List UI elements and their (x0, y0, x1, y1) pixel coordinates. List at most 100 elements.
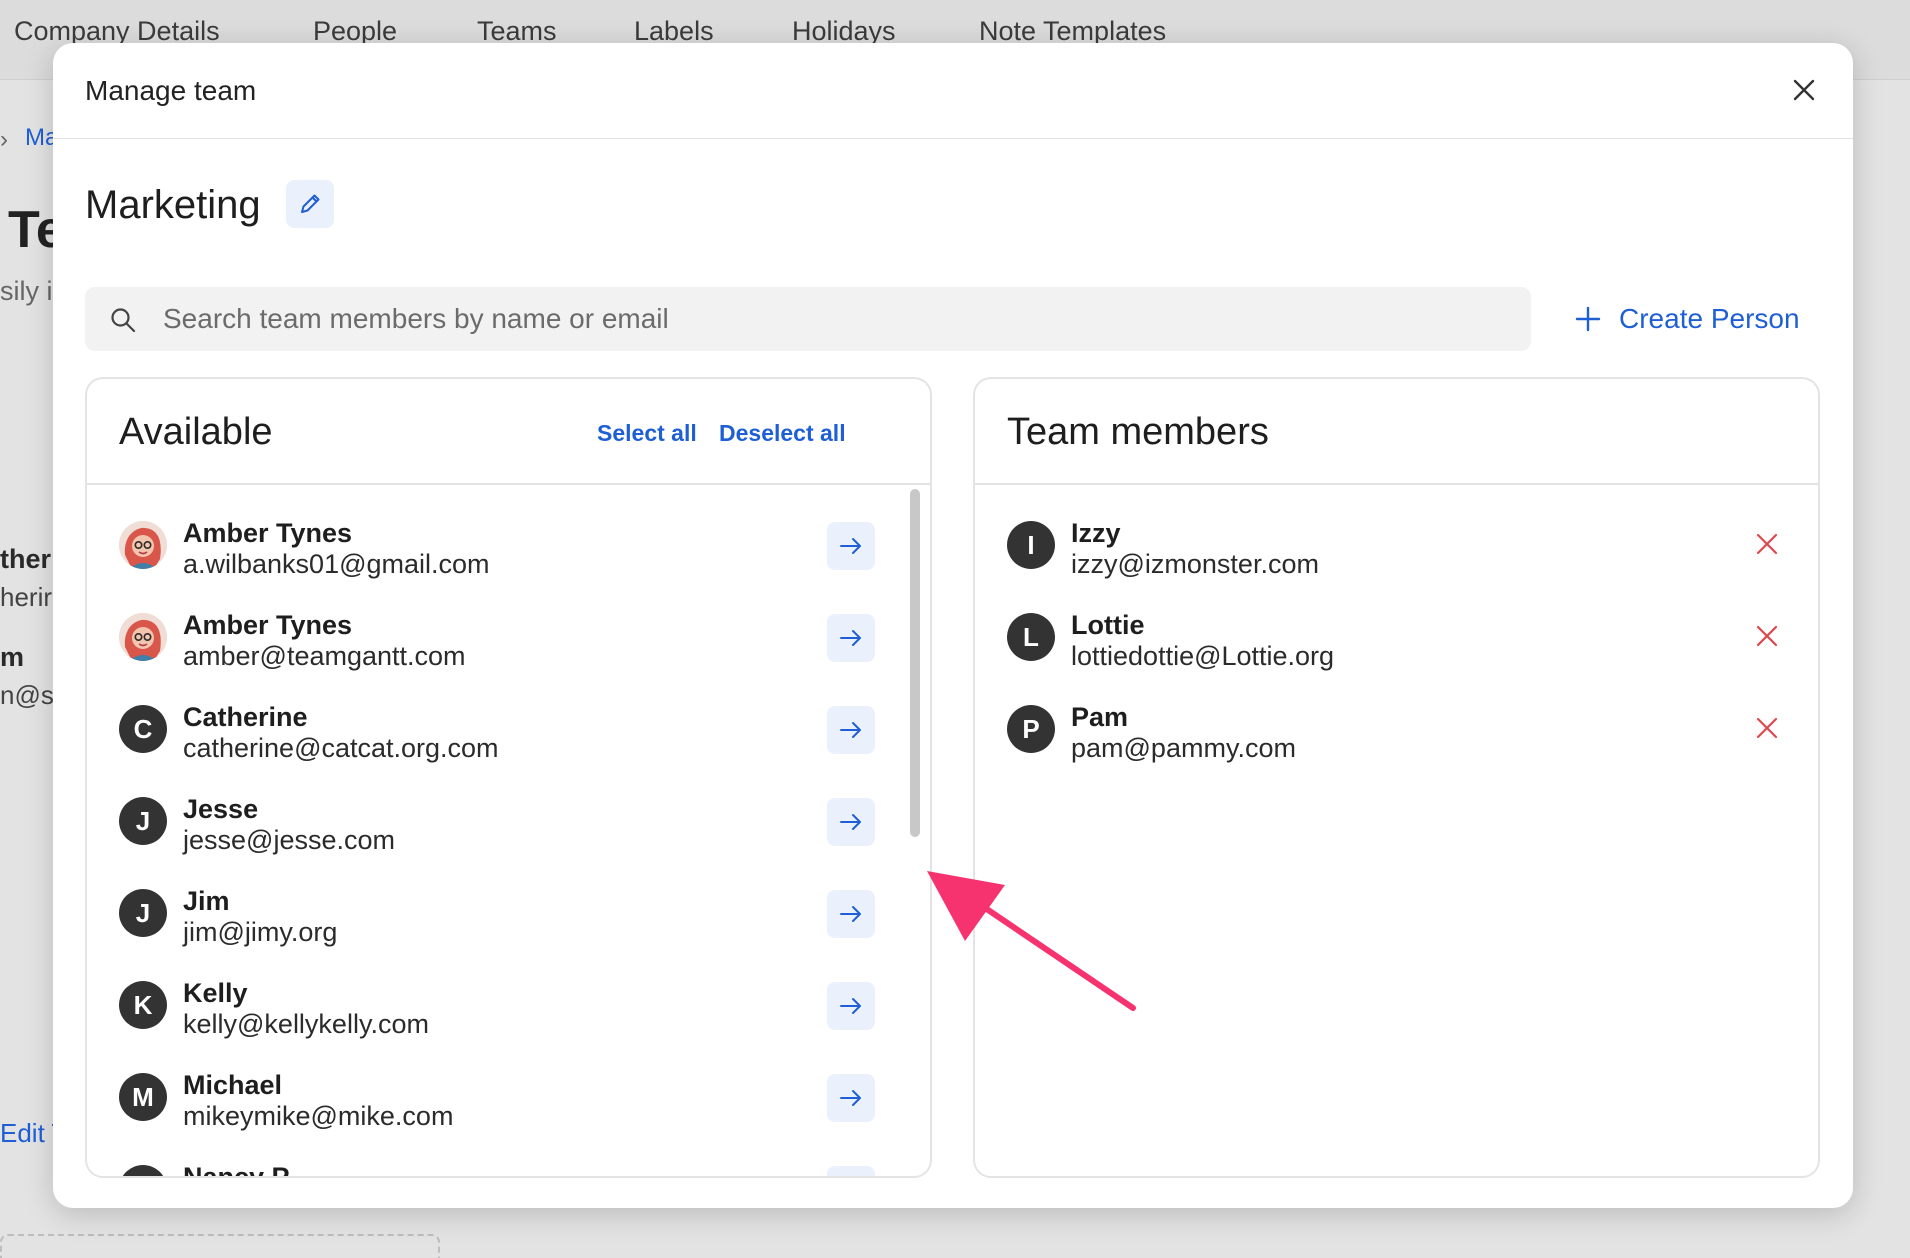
close-button[interactable] (1787, 73, 1821, 107)
breadcrumb-chevron-icon: › (0, 126, 8, 153)
member-email: lottiedottie@Lottie.org (1071, 641, 1335, 671)
list-item: I Izzy izzy@izmonster.com (975, 504, 1818, 596)
available-list[interactable]: Amber Tynes a.wilbanks01@gmail.com Amber… (87, 487, 930, 1178)
manage-team-modal: Manage team Marketing Create Person Avai… (53, 43, 1853, 1208)
edit-team-name-button[interactable] (286, 180, 334, 228)
avatar: K (119, 981, 167, 1029)
person-name: Jim (183, 886, 230, 916)
person-email: catherine@catcat.org.com (183, 733, 499, 763)
avatar (119, 521, 167, 569)
list-item: J Jesse jesse@jesse.com (87, 780, 930, 872)
pencil-icon (301, 194, 320, 213)
avatar: C (119, 705, 167, 753)
list-item: P Pam pam@pammy.com (975, 688, 1818, 780)
avatar-photo-icon (119, 521, 167, 569)
avatar: I (1007, 521, 1055, 569)
add-to-team-button[interactable] (827, 1074, 875, 1122)
person-email: kelly@kellykelly.com (183, 1009, 429, 1039)
search-icon (111, 308, 136, 333)
search-input[interactable] (163, 287, 1503, 351)
arrow-right-icon (840, 1090, 861, 1106)
annotation-arrow-icon (927, 871, 1136, 1011)
list-item: Amber Tynes amber@teamgantt.com (87, 596, 930, 688)
dashed-placeholder (0, 1234, 440, 1258)
team-members-panel-header: Team members (975, 379, 1818, 485)
arrow-right-icon (840, 538, 861, 554)
team-name: Marketing (85, 183, 261, 227)
add-to-team-button[interactable] (827, 1166, 875, 1178)
person-name: Amber Tynes (183, 518, 353, 548)
scrollbar-thumb[interactable] (910, 489, 920, 837)
remove-member-button[interactable] (1747, 524, 1787, 564)
close-icon (1793, 79, 1815, 101)
available-panel-header: Available Select all Deselect all (87, 379, 930, 485)
person-email: mikeymike@mike.com (183, 1101, 454, 1131)
person-email: amber@teamgantt.com (183, 641, 466, 671)
person-name: Kelly (183, 978, 248, 1008)
member-name: Izzy (1071, 518, 1121, 548)
plus-icon (1575, 306, 1601, 332)
avatar (119, 613, 167, 661)
member-name: Pam (1071, 702, 1129, 732)
add-to-team-button[interactable] (827, 982, 875, 1030)
select-all-button[interactable]: Select all (597, 420, 697, 447)
bg-member-name: ther (0, 544, 52, 574)
remove-member-button[interactable] (1747, 616, 1787, 656)
person-name: Michael (183, 1070, 283, 1100)
arrow-right-icon (840, 722, 861, 738)
available-title: Available (119, 411, 273, 453)
member-name: Lottie (1071, 610, 1145, 640)
bg-member-email: herir (0, 582, 53, 612)
remove-member-button[interactable] (1747, 708, 1787, 748)
avatar: P (1007, 705, 1055, 753)
available-scrollbar[interactable] (907, 487, 921, 1176)
avatar-photo-icon (119, 613, 167, 661)
list-item: L Lottie lottiedottie@Lottie.org (975, 596, 1818, 688)
person-name: Catherine (183, 702, 308, 732)
list-item: N Nancy P (87, 1148, 930, 1178)
bg-member-name: m (0, 642, 25, 672)
person-email: jesse@jesse.com (183, 825, 395, 855)
avatar: N (119, 1165, 167, 1176)
create-person-button[interactable]: Create Person (1575, 297, 1800, 341)
add-to-team-button[interactable] (827, 522, 875, 570)
list-item: K Kelly kelly@kellykelly.com (87, 964, 930, 1056)
person-name: Jesse (183, 794, 259, 824)
arrow-right-icon (840, 814, 861, 830)
list-item: M Michael mikeymike@mike.com (87, 1056, 930, 1148)
list-item: Amber Tynes a.wilbanks01@gmail.com (87, 504, 930, 596)
person-name: Amber Tynes (183, 610, 353, 640)
page-subtitle: sily i (0, 276, 53, 306)
arrow-right-icon (840, 906, 861, 922)
person-email: a.wilbanks01@gmail.com (183, 549, 490, 579)
add-to-team-button[interactable] (827, 890, 875, 938)
avatar: M (119, 1073, 167, 1121)
x-icon (1756, 625, 1778, 647)
avatar: L (1007, 613, 1055, 661)
modal-title: Manage team (85, 75, 257, 106)
member-email: izzy@izmonster.com (1071, 549, 1319, 579)
add-to-team-button[interactable] (827, 706, 875, 754)
avatar: J (119, 889, 167, 937)
person-name: Nancy P (183, 1162, 290, 1178)
search-bar (85, 287, 1531, 351)
avatar: J (119, 797, 167, 845)
add-to-team-button[interactable] (827, 798, 875, 846)
member-email: pam@pammy.com (1071, 733, 1296, 763)
modal-header: Manage team (53, 43, 1853, 139)
team-members-title: Team members (1007, 411, 1269, 453)
team-members-list: I Izzy izzy@izmonster.com L Lottie lotti… (975, 487, 1818, 1176)
arrow-right-icon (840, 998, 861, 1014)
list-item: C Catherine catherine@catcat.org.com (87, 688, 930, 780)
person-email: jim@jimy.org (183, 917, 338, 947)
team-members-panel: Team members I Izzy izzy@izmonster.com L… (973, 377, 1820, 1178)
add-to-team-button[interactable] (827, 614, 875, 662)
deselect-all-button[interactable]: Deselect all (719, 420, 846, 447)
arrow-right-icon (840, 630, 861, 646)
x-icon (1756, 717, 1778, 739)
x-icon (1756, 533, 1778, 555)
available-panel: Available Select all Deselect all Amber … (85, 377, 932, 1178)
list-item: J Jim jim@jimy.org (87, 872, 930, 964)
arrow-right-icon (838, 1177, 864, 1178)
create-person-label: Create Person (1619, 303, 1800, 334)
